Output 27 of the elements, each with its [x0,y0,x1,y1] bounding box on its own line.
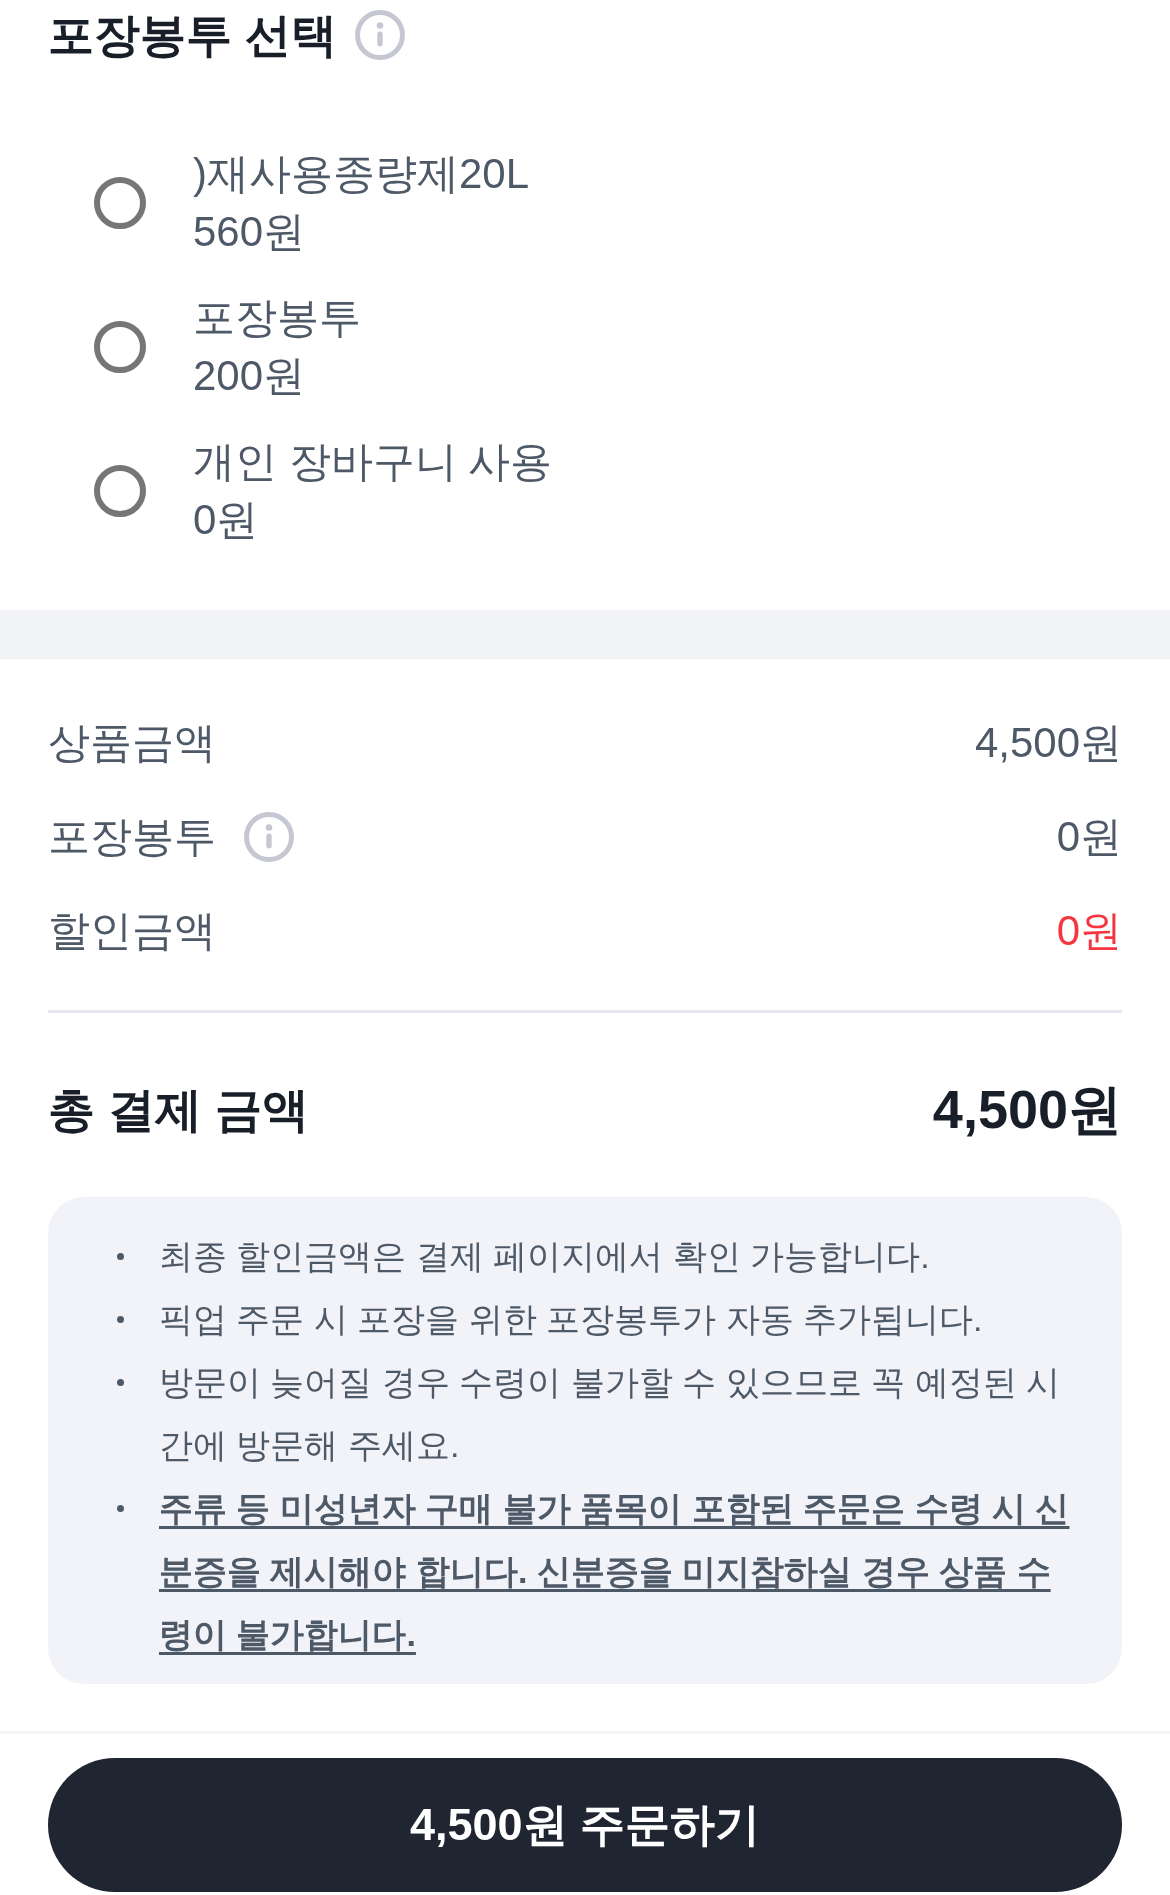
bullet-icon [117,1253,124,1260]
radio-button[interactable] [94,465,146,517]
notice-text: 픽업 주문 시 포장을 위한 포장봉투가 자동 추가됩니다. [159,1299,984,1340]
notice-text: 방문이 늦어질 경우 수령이 불가할 수 있으므로 꼭 예정된 시간에 방문해 주세요. [159,1362,1062,1466]
summary-value: 0원 [1056,906,1122,956]
notice-text: 주류 등 미성년자 구매 불가 품목이 포함된 주문은 수령 시 신분증을 제시해야 합니다. 신분증을 미지참하실 경우 상품 수령이 불가합니다. [159,1488,1071,1655]
summary-value: 0원 [1056,812,1122,862]
summary-label: 할인금액 [48,906,216,956]
section-title: 포장봉투 선택 [48,8,337,63]
radio-button[interactable] [94,321,146,373]
total-amount: 4,500원 [932,1077,1122,1141]
total-label: 총 결제 금액 [48,1081,310,1138]
option-name: 개인 장바구니 사용 [193,437,553,487]
summary-label: 상품금액 [48,718,216,768]
option-name: 포장봉투 [193,293,361,343]
bullet-icon [117,1505,124,1512]
order-button[interactable]: 4,500원 주문하기 [48,1758,1122,1892]
summary-label: 포장봉투 [48,812,216,862]
notice-text: 최종 할인금액은 결제 페이지에서 확인 가능합니다. [159,1236,931,1277]
option-price: 560원 [193,207,307,257]
bullet-icon [117,1316,124,1323]
option-price: 0원 [193,495,260,545]
option-price: 200원 [193,351,307,401]
bullet-icon [117,1379,124,1386]
option-name: )재사용종량제20L [193,149,530,199]
radio-button[interactable] [94,177,146,229]
summary-value: 4,500원 [974,718,1122,768]
